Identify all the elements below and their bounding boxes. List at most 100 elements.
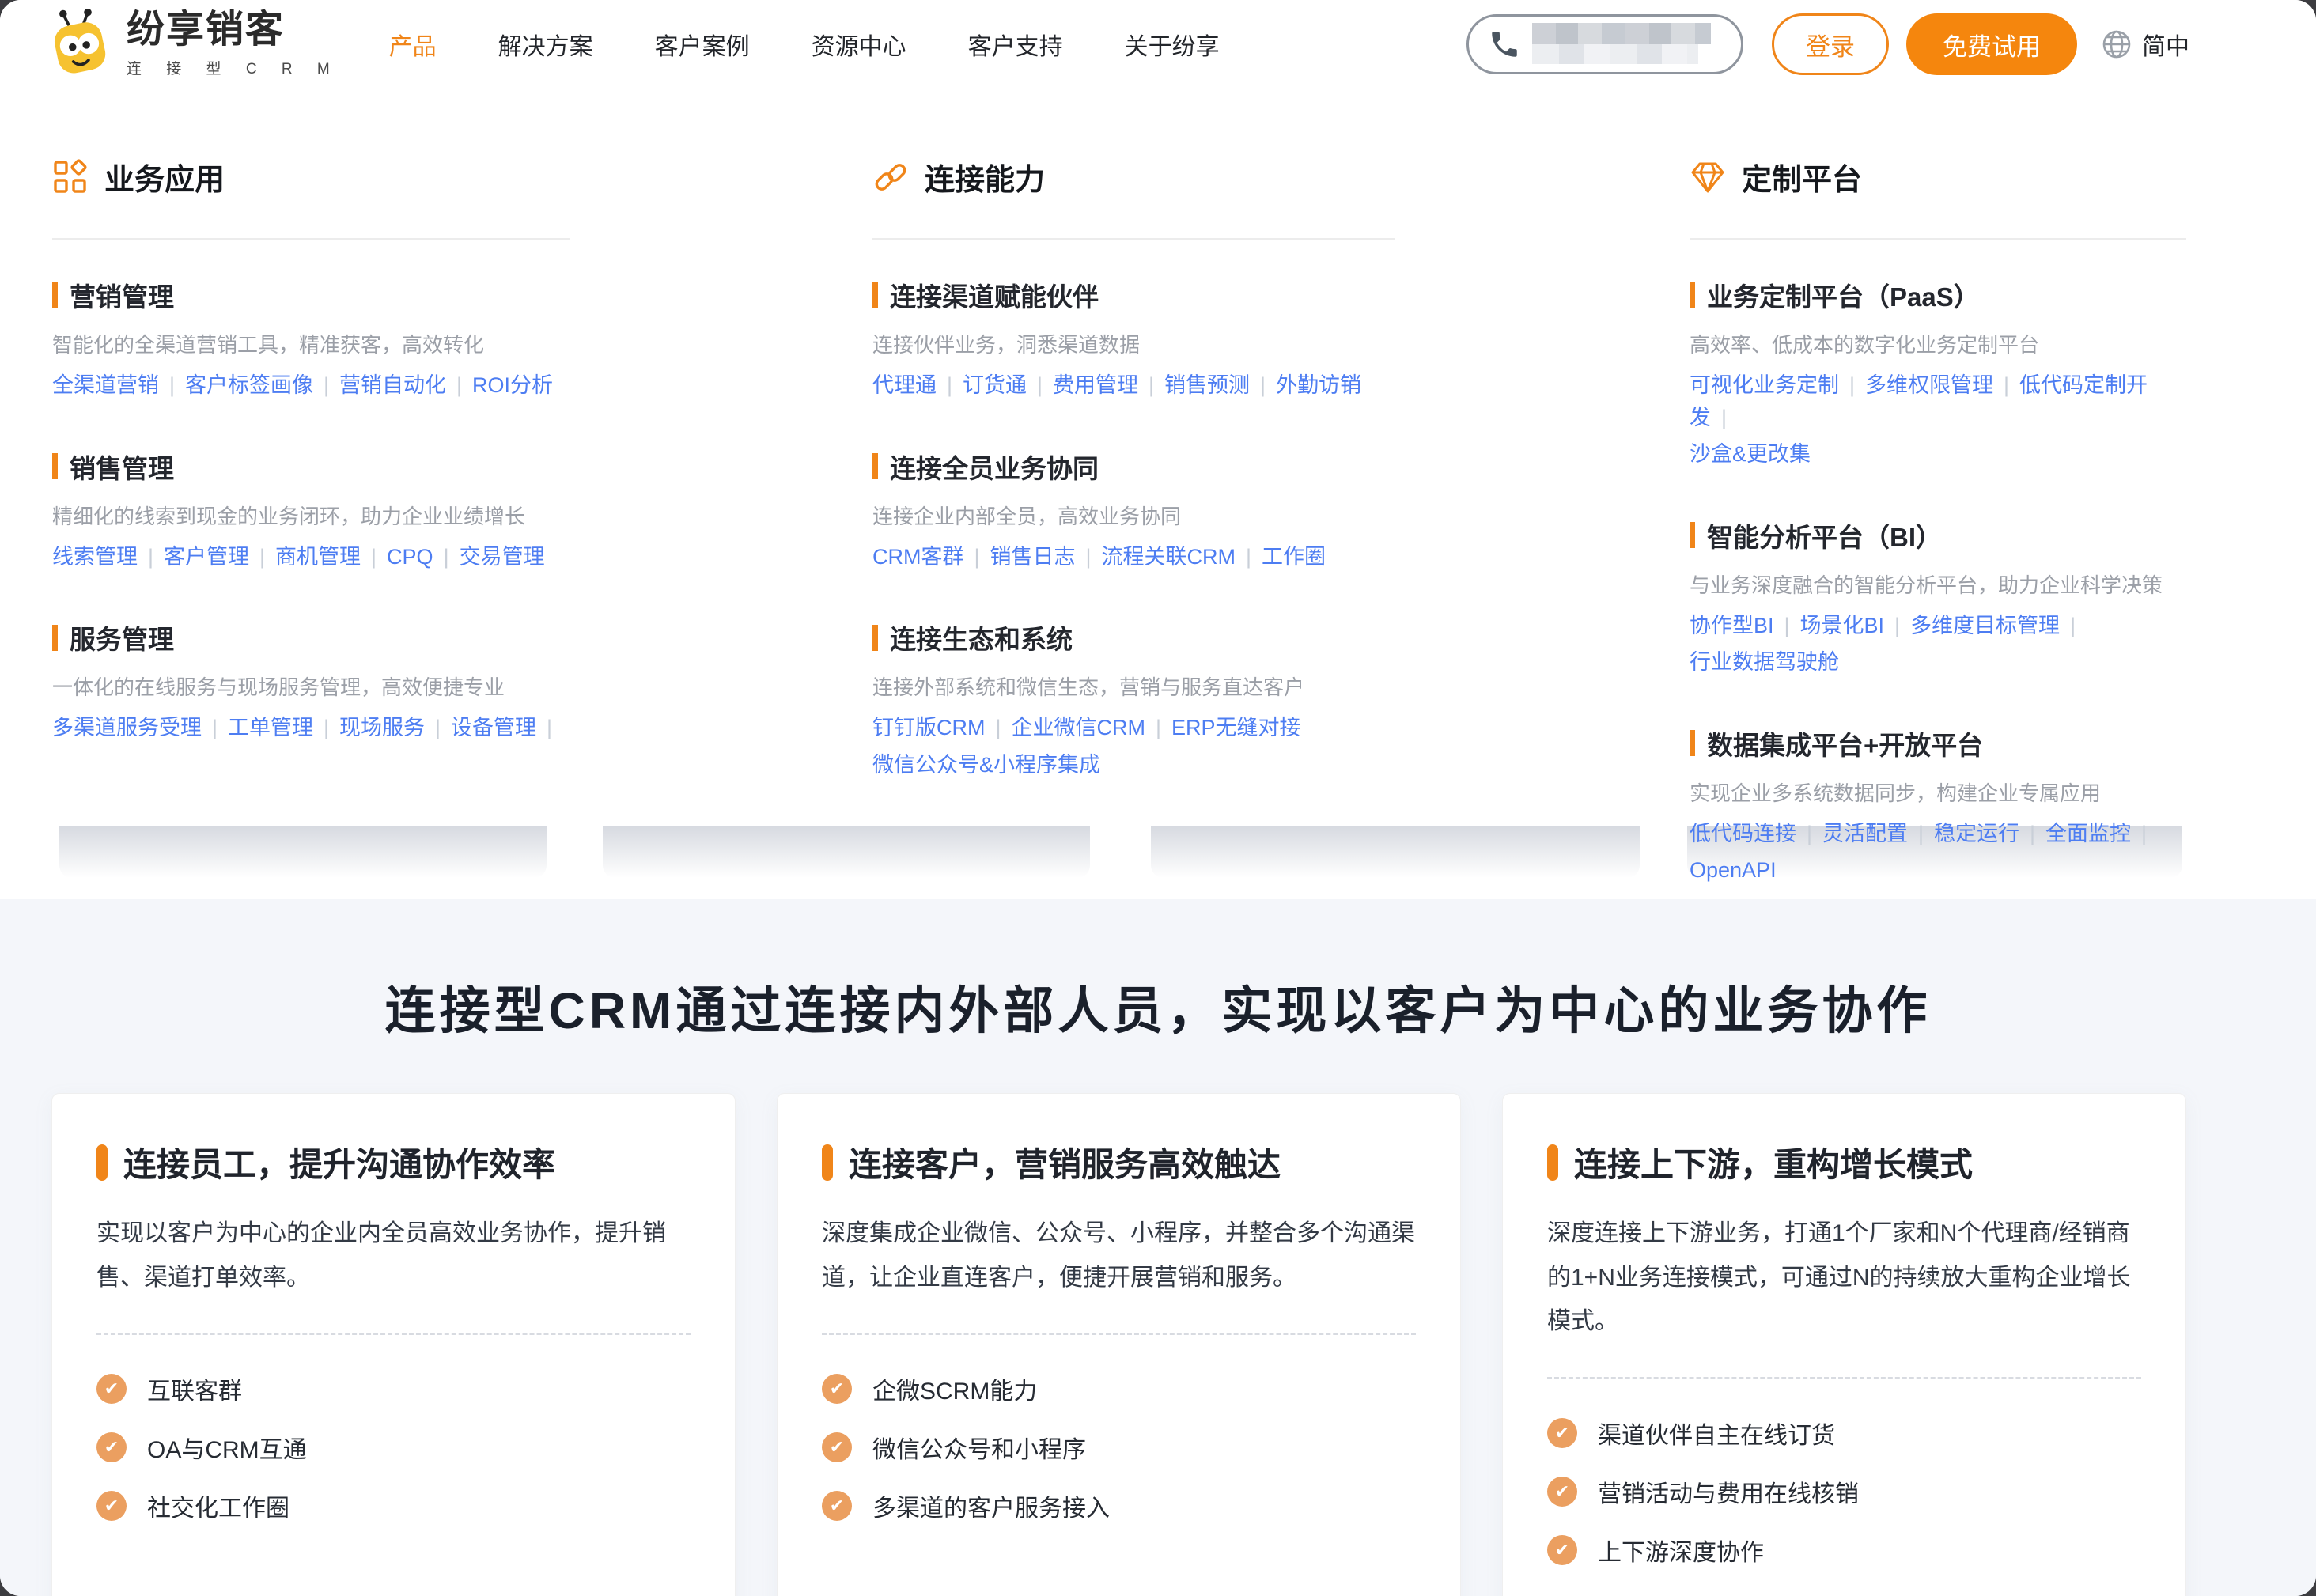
menu-section-title: 销售管理 bbox=[70, 448, 174, 486]
header-actions: 登录 免费试用 简中 bbox=[1466, 13, 2189, 75]
menu-link[interactable]: 多维度目标管理 bbox=[1910, 614, 2060, 637]
brand-tagline: 连 接 型 C R M bbox=[127, 57, 340, 78]
menu-link[interactable]: 多渠道服务受理 bbox=[52, 716, 202, 739]
menu-link[interactable]: 行业数据驾驶舱 bbox=[1690, 650, 1839, 674]
link-separator: | bbox=[2004, 373, 2009, 397]
menu-section-links: 代理通|订货通|费用管理|销售预测|外勤访销 bbox=[872, 369, 1395, 402]
link-separator: | bbox=[1807, 822, 1812, 845]
menu-link[interactable]: 可视化业务定制 bbox=[1690, 373, 1839, 397]
orange-bar bbox=[1547, 1144, 1558, 1181]
page: 纷享销客 连 接 型 C R M 产品 解决方案 客户案例 资源中心 客户支持 … bbox=[0, 0, 2316, 1596]
nav-item-solutions[interactable]: 解决方案 bbox=[498, 27, 593, 62]
menu-link[interactable]: 全渠道营销 bbox=[52, 373, 159, 397]
orange-bar bbox=[872, 282, 878, 308]
menu-link[interactable]: 工作圈 bbox=[1262, 545, 1326, 569]
menu-link[interactable]: 工单管理 bbox=[228, 716, 313, 739]
menu-link[interactable]: CRM客群 bbox=[872, 545, 964, 569]
nav-item-about[interactable]: 关于纷享 bbox=[1125, 27, 1220, 62]
menu-link[interactable]: 低代码连接 bbox=[1690, 822, 1796, 845]
menu-link[interactable]: 销售日志 bbox=[990, 545, 1076, 569]
menu-section-all-staff: 连接全员业务协同 连接企业内部全员，高效业务协同 CRM客群|销售日志|流程关联… bbox=[872, 448, 1395, 573]
menu-section-paas: 业务定制平台（PaaS） 高效率、低成本的数字化业务定制平台 可视化业务定制|多… bbox=[1690, 276, 2186, 471]
orange-bar bbox=[1690, 522, 1695, 548]
link-line: 微信公众号&小程序集成 bbox=[872, 749, 1395, 781]
nav-item-resources[interactable]: 资源中心 bbox=[812, 27, 906, 62]
link-separator: | bbox=[1246, 545, 1251, 569]
card-title: 连接上下游，重构增长模式 bbox=[1574, 1138, 1973, 1186]
nav-item-cases[interactable]: 客户案例 bbox=[655, 27, 750, 62]
brand-logo[interactable]: 纷享销客 连 接 型 C R M bbox=[44, 9, 340, 79]
menu-section-title: 数据集成平台+开放平台 bbox=[1707, 724, 1983, 762]
menu-link[interactable]: 客户标签画像 bbox=[185, 373, 313, 397]
menu-section-links: CRM客群|销售日志|流程关联CRM|工作圈 bbox=[872, 541, 1395, 573]
menu-link[interactable]: 设备管理 bbox=[451, 716, 536, 739]
menu-column-title: 业务应用 bbox=[104, 155, 225, 199]
menu-link[interactable]: 营销自动化 bbox=[339, 373, 446, 397]
menu-link[interactable]: 客户管理 bbox=[164, 545, 249, 569]
menu-column-business-apps: 业务应用 营销管理 智能化的全渠道营销工具，精准获客，高效转化 全渠道营销|客户… bbox=[52, 155, 570, 744]
check-circle-icon: ✔ bbox=[96, 1432, 127, 1462]
menu-link[interactable]: CPQ bbox=[387, 545, 433, 569]
orange-bar bbox=[822, 1144, 833, 1181]
menu-section-desc: 实现企业多系统数据同步，构建企业专属应用 bbox=[1690, 777, 2186, 807]
language-switcher[interactable]: 简中 bbox=[2101, 27, 2189, 62]
menu-column-header: 定制平台 bbox=[1690, 155, 2186, 199]
link-separator: | bbox=[324, 716, 329, 739]
link-separator: | bbox=[1721, 406, 1727, 429]
menu-section-bi: 智能分析平台（BI） 与业务深度融合的智能分析平台，助力企业科学决策 协作型BI… bbox=[1690, 516, 2186, 679]
menu-link[interactable]: OpenAPI bbox=[1690, 858, 1777, 882]
check-circle-icon: ✔ bbox=[822, 1432, 852, 1462]
menu-link[interactable]: 全面监控 bbox=[2045, 822, 2131, 845]
check-label: 渠道伙伴自主在线订货 bbox=[1598, 1416, 1835, 1450]
menu-column-title: 连接能力 bbox=[925, 155, 1045, 199]
card-connect-employees: 连接员工，提升沟通协作效率 实现以客户为中心的企业内全员高效业务协作，提升销售、… bbox=[51, 1093, 736, 1596]
chain-link-icon bbox=[872, 159, 909, 195]
link-separator: | bbox=[148, 545, 153, 569]
menu-section-desc: 一体化的在线服务与现场服务管理，高效便捷专业 bbox=[52, 671, 570, 701]
nav-item-products[interactable]: 产品 bbox=[389, 27, 437, 62]
menu-link[interactable]: 现场服务 bbox=[339, 716, 425, 739]
check-label: 多渠道的客户服务接入 bbox=[872, 1488, 1110, 1523]
phone-number-pill[interactable] bbox=[1466, 14, 1743, 74]
nav-item-support[interactable]: 客户支持 bbox=[968, 27, 1063, 62]
menu-link[interactable]: 场景化BI bbox=[1800, 614, 1885, 637]
card-title: 连接客户，营销服务高效触达 bbox=[849, 1138, 1281, 1186]
menu-link[interactable]: 订货通 bbox=[963, 373, 1027, 397]
check-label: 微信公众号和小程序 bbox=[872, 1430, 1086, 1465]
check-item: ✔企微SCRM能力 bbox=[822, 1371, 1416, 1406]
free-trial-button[interactable]: 免费试用 bbox=[1906, 13, 2077, 75]
menu-link[interactable]: 费用管理 bbox=[1053, 373, 1138, 397]
link-separator: | bbox=[974, 545, 980, 569]
menu-section-links: 钉钉版CRM|企业微信CRM|ERP无缝对接微信公众号&小程序集成 bbox=[872, 712, 1395, 781]
menu-link[interactable]: 协作型BI bbox=[1690, 614, 1774, 637]
menu-link[interactable]: ERP无缝对接 bbox=[1171, 716, 1301, 739]
menu-link[interactable]: 销售预测 bbox=[1164, 373, 1250, 397]
menu-column-connect: 连接能力 连接渠道赋能伙伴 连接伙伴业务，洞悉渠道数据 代理通|订货通|费用管理… bbox=[872, 155, 1395, 781]
menu-link[interactable]: 多维权限管理 bbox=[1865, 373, 1993, 397]
menu-link[interactable]: 线索管理 bbox=[52, 545, 138, 569]
menu-section-desc: 连接企业内部全员，高效业务协同 bbox=[872, 501, 1395, 530]
menu-link[interactable]: 流程关联CRM bbox=[1102, 545, 1236, 569]
menu-section-desc: 连接外部系统和微信生态，营销与服务直达客户 bbox=[872, 671, 1395, 701]
menu-section-desc: 连接伙伴业务，洞悉渠道数据 bbox=[872, 329, 1395, 358]
menu-link[interactable]: 企业微信CRM bbox=[1012, 716, 1146, 739]
menu-link[interactable]: 灵活配置 bbox=[1822, 822, 1908, 845]
dashed-divider bbox=[1547, 1377, 2141, 1379]
menu-link[interactable]: 代理通 bbox=[872, 373, 937, 397]
menu-link[interactable]: 微信公众号&小程序集成 bbox=[872, 753, 1100, 777]
card-title: 连接员工，提升沟通协作效率 bbox=[123, 1138, 555, 1186]
menu-section-service: 服务管理 一体化的在线服务与现场服务管理，高效便捷专业 多渠道服务受理|工单管理… bbox=[52, 618, 570, 744]
menu-link[interactable]: 商机管理 bbox=[275, 545, 361, 569]
menu-link[interactable]: 交易管理 bbox=[460, 545, 545, 569]
menu-link[interactable]: 外勤访销 bbox=[1276, 373, 1361, 397]
menu-link[interactable]: 沙盒&更改集 bbox=[1690, 442, 1811, 466]
login-button[interactable]: 登录 bbox=[1772, 13, 1889, 75]
check-circle-icon: ✔ bbox=[96, 1374, 127, 1404]
menu-link[interactable]: 钉钉版CRM bbox=[872, 716, 986, 739]
menu-link[interactable]: ROI分析 bbox=[472, 373, 553, 397]
link-separator: | bbox=[259, 545, 265, 569]
menu-link[interactable]: 稳定运行 bbox=[1934, 822, 2019, 845]
card-body: 实现以客户为中心的企业内全员高效业务协作，提升销售、渠道打单效率。 bbox=[96, 1212, 691, 1299]
menu-section-sales: 销售管理 精细化的线索到现金的业务闭环，助力企业业绩增长 线索管理|客户管理|商… bbox=[52, 448, 570, 573]
link-separator: | bbox=[1037, 373, 1043, 397]
